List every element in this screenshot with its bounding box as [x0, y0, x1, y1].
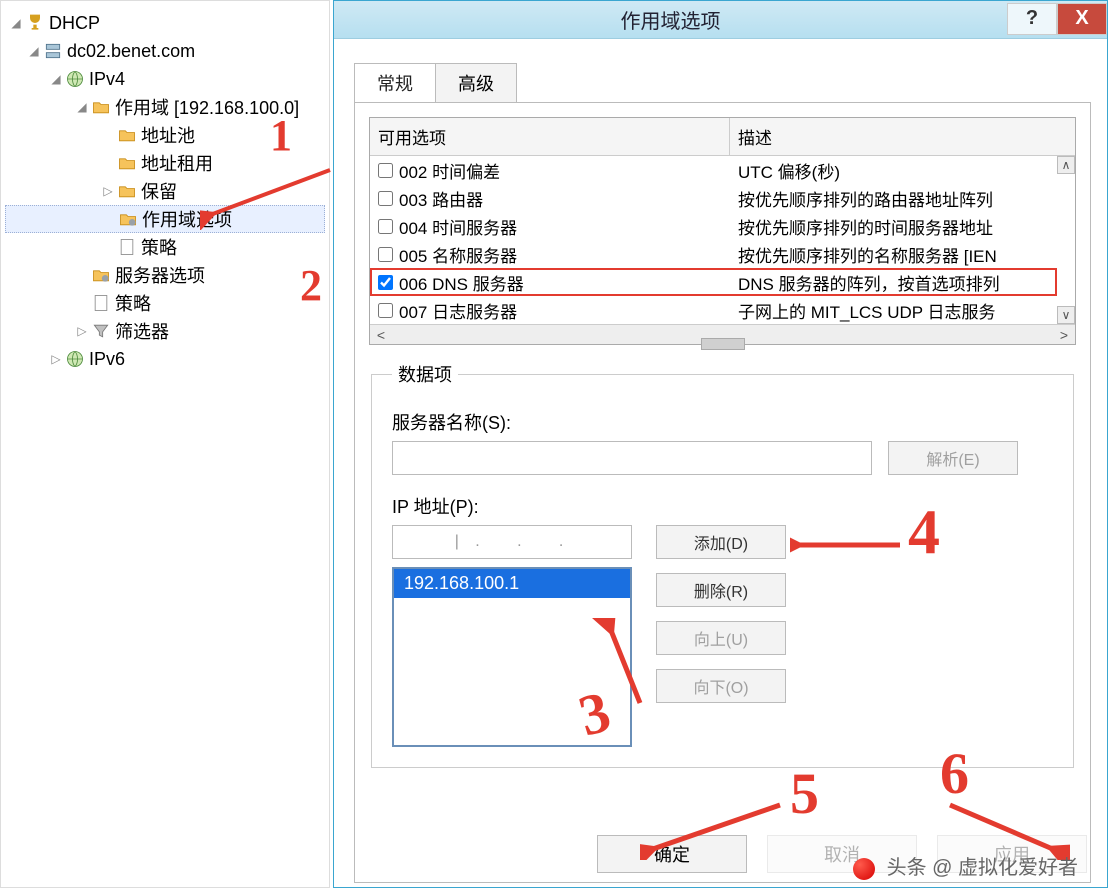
ip-address-input[interactable]: | . . .: [392, 525, 632, 559]
data-entry-group: 数据项 服务器名称(S): 解析(E) IP 地址(P): | . . . 19…: [371, 361, 1074, 768]
annotation-number-2: 2: [300, 260, 322, 311]
tree-ipv6[interactable]: ▷ IPv6: [5, 345, 325, 373]
scrollbar-thumb[interactable]: [701, 338, 745, 350]
option-checkbox[interactable]: [378, 163, 393, 178]
server-name-label: 服务器名称(S):: [392, 409, 1057, 435]
titlebar: 作用域选项 ? X: [334, 1, 1107, 39]
tree-ipv4-label: IPv4: [89, 69, 125, 90]
page-icon: [117, 238, 137, 256]
folder-gear-icon: [91, 266, 111, 284]
add-button[interactable]: 添加(D): [656, 525, 786, 559]
ip-address-label: IP 地址(P):: [392, 493, 1057, 519]
annotation-arrow: [200, 160, 340, 230]
filter-icon: [91, 322, 111, 340]
option-code: 006 DNS 服务器: [399, 270, 524, 295]
option-checkbox[interactable]: [378, 275, 393, 290]
option-desc: UTC 偏移(秒): [730, 158, 1075, 183]
tree-policy-server[interactable]: 策略: [5, 289, 325, 317]
tree-ipv4[interactable]: ◢ IPv4: [5, 65, 325, 93]
globe-icon: [65, 350, 85, 368]
option-row[interactable]: 005 名称服务器 按优先顺序排列的名称服务器 [IEN: [370, 240, 1075, 268]
option-row[interactable]: 003 路由器 按优先顺序排列的路由器地址阵列: [370, 184, 1075, 212]
option-code: 004 时间服务器: [399, 214, 517, 239]
server-icon: [43, 42, 63, 60]
tab-general[interactable]: 常规: [354, 63, 436, 102]
scroll-right-button[interactable]: >: [1053, 327, 1075, 343]
option-code: 002 时间偏差: [399, 158, 500, 183]
option-desc: 按优先顺序排列的路由器地址阵列: [730, 186, 1075, 211]
option-code: 005 名称服务器: [399, 242, 517, 267]
tree-filters[interactable]: ▷ 筛选器: [5, 317, 325, 345]
tree-server-label: dc02.benet.com: [67, 41, 195, 62]
scope-options-dialog: 作用域选项 ? X 常规 高级 可用选项 描述 ∧ ∨ 002 时间偏差 UTC …: [333, 0, 1108, 888]
remove-button[interactable]: 删除(R): [656, 573, 786, 607]
option-code: 007 日志服务器: [399, 298, 517, 323]
list-item[interactable]: 192.168.100.1: [394, 569, 630, 598]
option-desc: 子网上的 MIT_LCS UDP 日志服务: [730, 298, 1075, 323]
folder-icon: [117, 126, 137, 144]
annotation-number-5: 5: [790, 760, 819, 827]
option-code: 003 路由器: [399, 186, 483, 211]
column-header-description[interactable]: 描述: [730, 118, 1075, 155]
tree-ipv6-label: IPv6: [89, 349, 125, 370]
move-up-button[interactable]: 向上(U): [656, 621, 786, 655]
tree-root-label: DHCP: [49, 13, 100, 34]
folder-icon: [117, 154, 137, 172]
option-checkbox[interactable]: [378, 303, 393, 318]
resolve-button[interactable]: 解析(E): [888, 441, 1018, 475]
page-icon: [91, 294, 111, 312]
close-button[interactable]: X: [1057, 3, 1107, 35]
dialog-title: 作用域选项: [334, 5, 1007, 34]
available-options-list: 可用选项 描述 ∧ ∨ 002 时间偏差UTC 偏移(秒)003 路由器按优先顺…: [369, 117, 1076, 345]
fieldset-legend: 数据项: [392, 361, 458, 387]
column-header-available[interactable]: 可用选项: [370, 118, 730, 155]
annotation-number-6: 6: [940, 740, 969, 807]
horizontal-scrollbar[interactable]: < >: [370, 324, 1075, 344]
option-desc: DNS 服务器的阵列，按首选项排列: [730, 270, 1075, 295]
annotation-arrow: [640, 800, 790, 860]
option-row[interactable]: 006 DNS 服务器 DNS 服务器的阵列，按首选项排列: [370, 268, 1075, 296]
folder-gear-icon: [118, 210, 138, 228]
move-down-button[interactable]: 向下(O): [656, 669, 786, 703]
option-checkbox[interactable]: [378, 247, 393, 262]
help-button[interactable]: ?: [1007, 3, 1057, 35]
watermark: 头条 @ 虚拟化爱好者: [853, 851, 1078, 880]
toutiao-logo-icon: [853, 858, 875, 880]
folder-open-icon: [91, 98, 111, 116]
server-name-input[interactable]: [392, 441, 872, 475]
watermark-text: 头条 @ 虚拟化爱好者: [887, 857, 1078, 879]
scroll-left-button[interactable]: <: [370, 327, 392, 343]
option-row[interactable]: 002 时间偏差 UTC 偏移(秒): [370, 156, 1075, 184]
tab-panel-general: 可用选项 描述 ∧ ∨ 002 时间偏差UTC 偏移(秒)003 路由器按优先顺…: [354, 103, 1091, 883]
option-desc: 按优先顺序排列的时间服务器地址: [730, 214, 1075, 239]
tree-root[interactable]: ◢ DHCP: [5, 9, 325, 37]
tree-pool-label: 地址池: [141, 122, 195, 148]
tree-policy1-label: 策略: [141, 234, 177, 260]
trophy-icon: [25, 14, 45, 32]
tab-advanced[interactable]: 高级: [435, 63, 517, 102]
globe-icon: [65, 70, 85, 88]
scroll-up-button[interactable]: ∧: [1057, 156, 1075, 174]
tabs: 常规 高级: [354, 63, 1091, 103]
tree-server[interactable]: ◢ dc02.benet.com: [5, 37, 325, 65]
folder-icon: [117, 182, 137, 200]
annotation-arrow: [790, 530, 910, 560]
annotation-number-1: 1: [270, 110, 292, 161]
tree-policy2-label: 策略: [115, 290, 151, 316]
tree-policy-scope[interactable]: 策略: [5, 233, 325, 261]
annotation-number-4: 4: [908, 495, 940, 569]
tree-serveropts-label: 服务器选项: [115, 262, 205, 288]
tree-server-options[interactable]: 服务器选项: [5, 261, 325, 289]
option-checkbox[interactable]: [378, 191, 393, 206]
tree-filters-label: 筛选器: [115, 318, 169, 344]
scroll-down-button[interactable]: ∨: [1057, 306, 1075, 324]
option-desc: 按优先顺序排列的名称服务器 [IEN: [730, 242, 1075, 267]
option-checkbox[interactable]: [378, 219, 393, 234]
option-row[interactable]: 007 日志服务器 子网上的 MIT_LCS UDP 日志服务: [370, 296, 1075, 324]
option-row[interactable]: 004 时间服务器 按优先顺序排列的时间服务器地址: [370, 212, 1075, 240]
tree-reserve-label: 保留: [141, 178, 177, 204]
